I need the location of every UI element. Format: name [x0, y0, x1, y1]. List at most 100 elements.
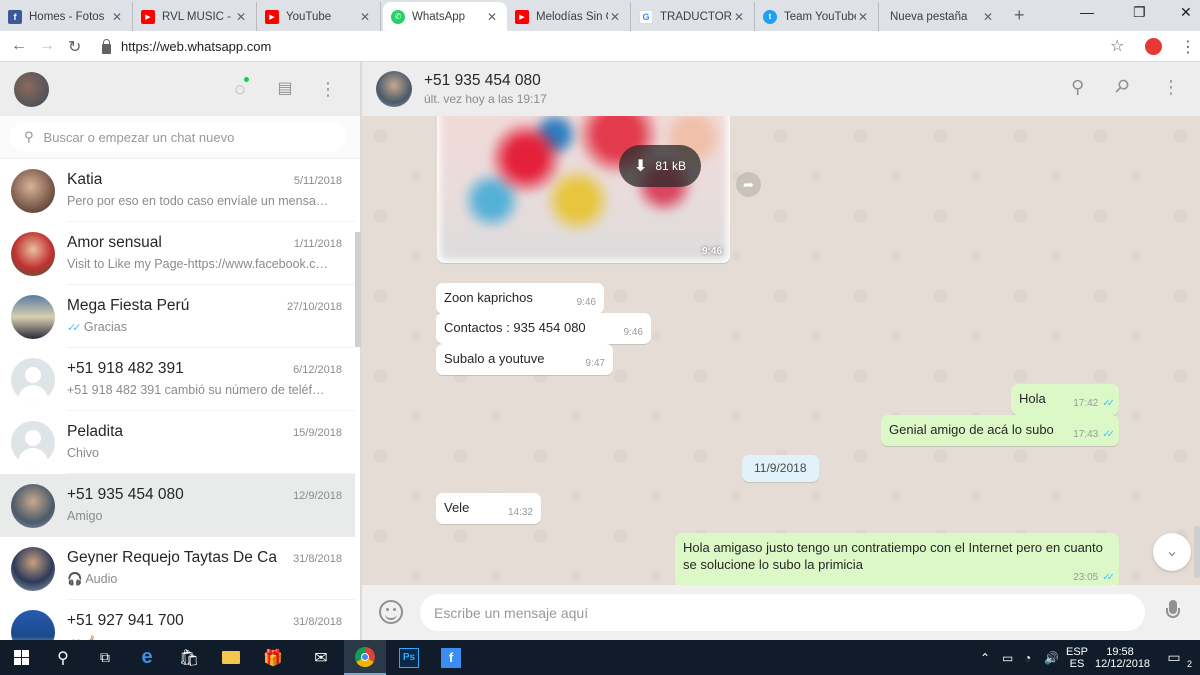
new-tab-button[interactable]: +	[1014, 5, 1025, 26]
bookmark-star-icon[interactable]: ☆	[1110, 36, 1124, 56]
chat-item-mega-fiesta-peru[interactable]: Mega Fiesta Perú 27/10/2018 ✓✓ Gracias	[0, 285, 355, 348]
chat-name: +51 927 941 700	[67, 612, 184, 629]
close-tab-icon[interactable]: ✕	[732, 10, 746, 24]
conversation-menu-icon[interactable]: ⋮	[1162, 77, 1180, 98]
forward-icon[interactable]: →	[39, 37, 55, 55]
google-icon: G	[639, 9, 653, 24]
attach-icon[interactable]: ⚲	[1110, 74, 1133, 98]
blurred-image	[440, 116, 727, 260]
restore-icon[interactable]: ❐	[1133, 4, 1146, 21]
windows-taskbar: ⚲ ⧉ e 🛍 🎁 ✉ Ps f ⌃ ▭ ◔ 🔊 ESP ES 19:58 12…	[0, 640, 1200, 675]
tab-traductor[interactable]: G TRADUCTOR - ✕	[631, 2, 755, 31]
store-icon[interactable]: 🛍	[168, 640, 210, 675]
chat-preview: Visit to Like my Page-https://www.facebo…	[67, 257, 331, 271]
close-tab-icon[interactable]: ✕	[358, 10, 372, 24]
message-time: 9:46	[701, 246, 722, 257]
contact-avatar[interactable]	[376, 71, 412, 107]
close-tab-icon[interactable]: ✕	[485, 10, 499, 24]
download-button[interactable]: ⬇ 81 kB	[619, 145, 701, 187]
facebook-app-icon[interactable]: f	[430, 640, 472, 675]
chat-item-51-918-482-391[interactable]: +51 918 482 391 6/12/2018 +51 918 482 391…	[0, 348, 355, 411]
message-text: Genial amigo de acá lo subo	[889, 422, 1054, 437]
chat-date: 15/9/2018	[293, 427, 342, 439]
chat-date: 31/8/2018	[293, 553, 342, 565]
message-scrollbar[interactable]	[1194, 526, 1200, 578]
tray-chevron-icon[interactable]: ⌃	[980, 640, 990, 675]
chat-date: 6/12/2018	[293, 364, 342, 376]
chat-name: +51 918 482 391	[67, 360, 184, 377]
close-tab-icon[interactable]: ✕	[981, 10, 995, 24]
gift-app-icon[interactable]: 🎁	[252, 640, 294, 675]
chat-item-51-927-941-700[interactable]: +51 927 941 70031/8/2018 ✓✓ 👍🏼	[0, 600, 355, 640]
new-chat-icon[interactable]: ▤	[274, 78, 296, 100]
chat-item-amor-sensual[interactable]: Amor sensual 1/11/2018 Visit to Like my P…	[0, 222, 355, 285]
task-view-icon[interactable]: ⧉	[84, 640, 126, 675]
file-explorer-icon[interactable]	[210, 640, 252, 675]
close-tab-icon[interactable]: ✕	[234, 10, 248, 24]
my-profile-avatar[interactable]	[14, 72, 49, 107]
search-input[interactable]	[43, 129, 324, 145]
language-indicator[interactable]: ESP ES	[1066, 640, 1088, 675]
close-tab-icon[interactable]: ✕	[110, 10, 124, 24]
extension-icon[interactable]	[1145, 38, 1162, 55]
volume-icon[interactable]: 🔊	[1044, 640, 1059, 675]
url-text[interactable]: https://web.whatsapp.com	[121, 39, 271, 54]
close-window-icon[interactable]: ✕	[1180, 4, 1192, 21]
reload-icon[interactable]: ↻	[68, 37, 81, 57]
edge-icon[interactable]: e	[126, 640, 168, 675]
tab-rvl-music[interactable]: ▶ RVL MUSIC - Y ✕	[133, 2, 257, 31]
message-area: ⬇ 81 kB 9:46 ➦ Zoon kaprichos 9:46 Conta…	[361, 116, 1200, 585]
clock[interactable]: 19:58 12/12/2018	[1095, 640, 1150, 675]
search-box[interactable]: ⚲	[10, 122, 346, 152]
language-bottom: ES	[1069, 657, 1085, 670]
message-input[interactable]	[420, 594, 1145, 631]
chat-item-katia[interactable]: Katia 5/11/2018 Pero por eso en todo caso…	[0, 159, 355, 222]
conversation-pane: +51 935 454 080 últ. vez hoy a las 19:17…	[361, 62, 1200, 640]
wifi-icon[interactable]: ◔	[1024, 640, 1031, 675]
chat-preview: 🎧 Audio	[67, 572, 118, 586]
mail-icon[interactable]: ✉	[300, 640, 342, 675]
tab-nueva-pestana[interactable]: Nueva pestaña ✕	[879, 2, 1003, 31]
message-composer	[361, 585, 1200, 640]
avatar	[11, 294, 55, 339]
conversation-header[interactable]: +51 935 454 080 últ. vez hoy a las 19:17…	[361, 62, 1200, 116]
message-time: 14:32	[507, 507, 533, 518]
tab-homes-fotos[interactable]: f Homes - Fotos ✕	[0, 2, 133, 31]
youtube-icon: ▶	[141, 9, 155, 24]
scroll-to-bottom-button[interactable]: ⌄	[1153, 533, 1191, 571]
back-icon[interactable]: ←	[11, 37, 27, 55]
tab-whatsapp[interactable]: ✆ WhatsApp ✕	[383, 2, 507, 31]
tab-melodias[interactable]: ▶ Melodías Sin C ✕	[507, 2, 631, 31]
forward-icon[interactable]: ➦	[736, 172, 761, 197]
tab-youtube[interactable]: ▶ YouTube ✕	[257, 2, 381, 31]
facebook-icon: f	[8, 9, 22, 24]
menu-icon[interactable]: ⋮	[317, 78, 339, 100]
contact-name: +51 935 454 080	[424, 72, 541, 89]
browser-menu-icon[interactable]: ⋮	[1180, 37, 1196, 57]
message-incoming: Contactos : 935 454 080 9:46	[436, 313, 651, 344]
windows-start-icon[interactable]	[0, 640, 42, 675]
message-time: 9:46	[623, 327, 643, 338]
message-text: Hola amigaso justo tengo un contratiempo…	[683, 540, 1103, 572]
address-bar[interactable]: https://web.whatsapp.com	[98, 35, 1098, 58]
network-icon[interactable]: ▭	[1002, 640, 1013, 675]
double-check-icon: ✓✓	[67, 322, 82, 334]
microphone-icon[interactable]	[1166, 600, 1180, 624]
search-messages-icon[interactable]: ⚲	[1071, 77, 1084, 98]
chat-item-51-935-454-080[interactable]: +51 935 454 080 12/9/2018 Amigo	[0, 474, 355, 537]
minimize-icon[interactable]: —	[1080, 4, 1094, 20]
image-message[interactable]: ⬇ 81 kB 9:46	[437, 116, 730, 263]
tab-team-youtube[interactable]: t Team YouTube ✕	[755, 2, 879, 31]
chat-date: 12/9/2018	[293, 490, 342, 502]
chat-item-peladita[interactable]: Peladita 15/9/2018 Chivo	[0, 411, 355, 474]
chat-item-geyner-requejo[interactable]: Geyner Requejo Taytas De Ca 31/8/2018 🎧 A…	[0, 537, 355, 600]
close-tab-icon[interactable]: ✕	[856, 10, 870, 24]
chrome-icon[interactable]	[344, 640, 386, 675]
photoshop-icon[interactable]: Ps	[388, 640, 430, 675]
search-icon[interactable]: ⚲	[42, 640, 84, 675]
notifications-icon[interactable]: ▭ 2	[1163, 640, 1192, 675]
close-tab-icon[interactable]: ✕	[608, 10, 622, 24]
download-arrow-icon: ⬇	[633, 158, 648, 175]
chat-name: Amor sensual	[67, 234, 162, 251]
emoji-icon[interactable]	[379, 600, 403, 624]
